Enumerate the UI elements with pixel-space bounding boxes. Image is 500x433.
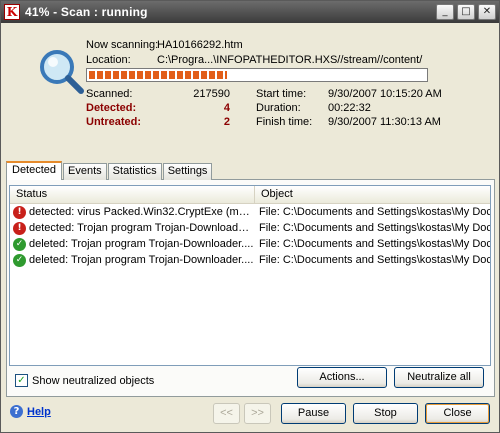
tab-detected[interactable]: Detected: [6, 161, 63, 180]
start-time-value: 9/30/2007 10:15:20 AM: [328, 88, 442, 100]
show-neutralized-option[interactable]: ✓ Show neutralized objects: [15, 374, 154, 387]
previous-button[interactable]: <<: [213, 403, 240, 424]
finish-time-label: Finish time:: [256, 116, 313, 128]
tab-settings[interactable]: Settings: [162, 163, 213, 180]
title-bar[interactable]: K 41% - Scan : running _ □ ✕: [1, 1, 499, 23]
tab-statistics[interactable]: Statistics: [107, 163, 162, 180]
help-link-wrap[interactable]: ? Help: [10, 405, 51, 418]
table-row[interactable]: ! detected: virus Packed.Win32.CryptExe …: [10, 204, 490, 220]
maximize-button[interactable]: □: [457, 4, 475, 20]
start-time-label: Start time:: [256, 88, 307, 100]
actions-button[interactable]: Actions...: [297, 367, 387, 388]
status-cell: ✓ deleted: Trojan program Trojan-Downloa…: [10, 253, 255, 267]
pause-button[interactable]: Pause: [281, 403, 346, 424]
detected-label: Detected:: [86, 102, 137, 114]
neutralize-all-button[interactable]: Neutralize all: [394, 367, 484, 388]
detected-objects-table[interactable]: Status Object ! detected: virus Packed.W…: [9, 185, 491, 366]
detected-value: 4: [223, 102, 230, 114]
object-cell: File: C:\Documents and Settings\kostas\M…: [259, 222, 490, 234]
show-neutralized-checkbox[interactable]: ✓: [15, 374, 28, 387]
status-text: deleted: Trojan program Trojan-Downloade…: [29, 238, 254, 250]
status-text: detected: Trojan program Trojan-Download…: [29, 222, 255, 234]
table-row[interactable]: ! detected: Trojan program Trojan-Downlo…: [10, 220, 490, 236]
tab-events[interactable]: Events: [63, 163, 107, 180]
help-link[interactable]: Help: [27, 406, 51, 418]
error-icon: !: [13, 205, 26, 219]
status-text: deleted: Trojan program Trojan-Downloade…: [29, 254, 254, 266]
untreated-label: Untreated:: [86, 116, 142, 128]
status-cell: ✓ deleted: Trojan program Trojan-Downloa…: [10, 237, 255, 251]
scan-progress-bar: [86, 68, 428, 82]
table-row[interactable]: ✓ deleted: Trojan program Trojan-Downloa…: [10, 236, 490, 252]
now-scanning-label: Now scanning:: [86, 39, 159, 51]
column-header-status[interactable]: Status: [10, 186, 255, 203]
object-cell: File: C:\Documents and Settings\kostas\M…: [259, 206, 490, 218]
minimize-button[interactable]: _: [436, 4, 454, 20]
status-cell: ! detected: virus Packed.Win32.CryptExe …: [10, 205, 255, 219]
error-icon: !: [13, 221, 26, 235]
duration-label: Duration:: [256, 102, 301, 114]
close-button[interactable]: Close: [425, 403, 490, 424]
scanned-value: 217590: [193, 88, 230, 100]
next-button[interactable]: >>: [244, 403, 271, 424]
window-title: 41% - Scan : running: [25, 5, 148, 19]
check-icon: ✓: [13, 253, 26, 267]
object-cell: File: C:\Documents and Settings\kostas\M…: [259, 254, 490, 266]
now-scanning-value: HA10166292.htm: [157, 39, 243, 51]
table-row[interactable]: ✓ deleted: Trojan program Trojan-Downloa…: [10, 252, 490, 268]
magnifier-icon: [40, 50, 84, 94]
finish-time-value: 9/30/2007 11:30:13 AM: [328, 116, 441, 128]
column-header-object[interactable]: Object: [255, 186, 490, 203]
location-label: Location:: [86, 54, 131, 66]
duration-value: 00:22:32: [328, 102, 371, 114]
close-window-button[interactable]: ✕: [478, 4, 496, 20]
help-icon[interactable]: ?: [10, 405, 23, 418]
table-header: Status Object: [10, 186, 490, 204]
kaspersky-logo-icon: K: [4, 4, 20, 20]
progress-fill: [89, 71, 227, 79]
location-value: C:\Progra...\INFOPATHEDITOR.HXS//stream/…: [157, 54, 423, 66]
object-cell: File: C:\Documents and Settings\kostas\M…: [259, 238, 490, 250]
show-neutralized-label[interactable]: Show neutralized objects: [32, 375, 154, 387]
tab-bar: Detected Events Statistics Settings: [6, 161, 213, 180]
scanned-label: Scanned:: [86, 88, 133, 100]
untreated-value: 2: [223, 116, 230, 128]
scan-window: K 41% - Scan : running _ □ ✕ Now scannin…: [0, 0, 500, 433]
status-cell: ! detected: Trojan program Trojan-Downlo…: [10, 221, 255, 235]
check-icon: ✓: [13, 237, 26, 251]
status-text: detected: virus Packed.Win32.CryptExe (m…: [29, 206, 255, 218]
stop-button[interactable]: Stop: [353, 403, 418, 424]
